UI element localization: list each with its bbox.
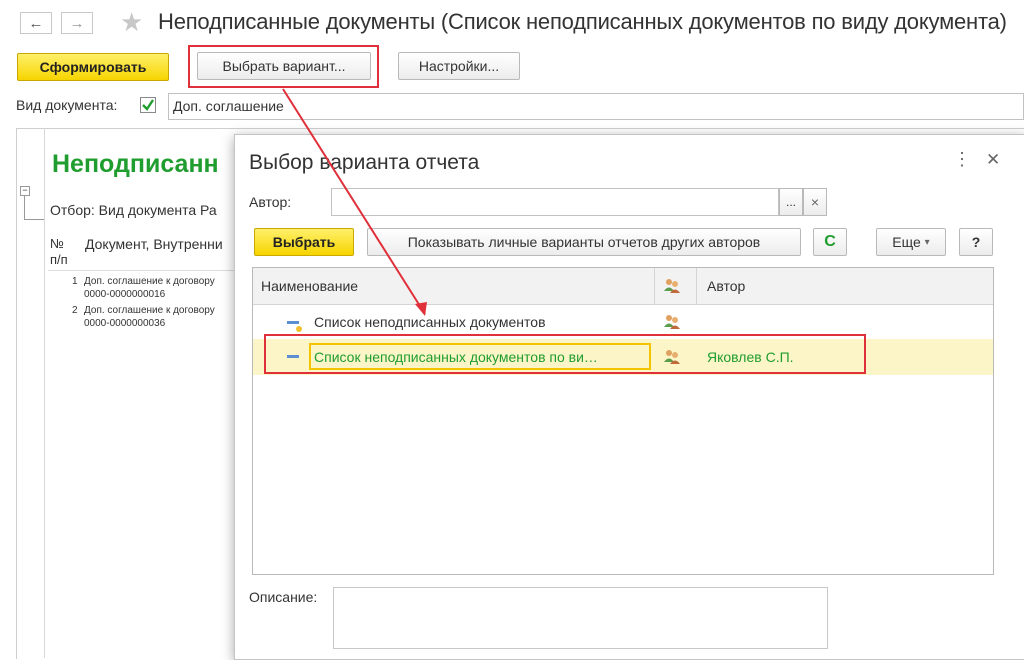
more-options-icon[interactable]: ⋮ — [953, 149, 971, 170]
tree-line — [24, 219, 44, 220]
help-button[interactable]: ? — [959, 228, 993, 256]
doc-type-label: Вид документа: — [16, 97, 118, 113]
variant-author: Яковлев С.П. — [707, 349, 794, 365]
variant-name: Список неподписанных документов по ви… — [314, 349, 598, 365]
report-title: Неподписанн — [52, 150, 219, 178]
favorite-star-icon[interactable]: ★ — [120, 9, 143, 35]
report-row-num: 2 — [72, 305, 78, 316]
table-header: Наименование Автор — [253, 268, 993, 305]
show-personal-variants-button[interactable]: Показывать личные варианты отчетов други… — [367, 228, 801, 256]
report-divider — [44, 128, 45, 658]
column-divider — [696, 268, 697, 304]
author-label: Автор: — [249, 194, 292, 210]
col-doc-header: Документ, Внутренни — [85, 236, 223, 252]
col-name-header[interactable]: Наименование — [261, 278, 358, 294]
check-icon — [142, 99, 154, 111]
description-field[interactable] — [333, 587, 828, 649]
collapse-icon[interactable]: − — [20, 186, 30, 196]
report-row-doc[interactable]: Доп. соглашение к договору — [84, 305, 215, 316]
report-selection: Отбор: Вид документа Ра — [50, 202, 217, 218]
report-row-doc[interactable]: Доп. соглашение к договору — [84, 276, 215, 287]
more-button[interactable]: Еще ▾ — [876, 228, 946, 256]
page-title: Неподписанные документы (Список неподпис… — [158, 9, 1007, 34]
back-button[interactable]: ← — [20, 12, 52, 34]
back-arrow-icon: ← — [28, 14, 44, 32]
variant-dialog: Выбор варианта отчета ⋮ ✕ Автор: ... × В… — [234, 134, 1024, 660]
refresh-icon[interactable]: C — [813, 228, 847, 256]
select-button[interactable]: Выбрать — [254, 228, 354, 256]
author-clear-button[interactable]: × — [803, 188, 827, 216]
report-variant-icon — [287, 355, 299, 358]
table-row-selected[interactable]: Список неподписанных документов по ви… Я… — [253, 339, 993, 375]
variants-table[interactable]: Наименование Автор Список неподписанных … — [252, 267, 994, 575]
report-row-doc-num: 0000-0000000036 — [84, 318, 166, 329]
users-icon — [663, 349, 681, 368]
table-row[interactable]: Список неподписанных документов — [253, 305, 993, 339]
dialog-title: Выбор варианта отчета — [249, 151, 480, 174]
header-divider — [48, 270, 234, 271]
column-divider — [654, 268, 655, 304]
col-author-header[interactable]: Автор — [707, 278, 745, 294]
doc-type-field[interactable]: Доп. соглашение — [168, 93, 1024, 120]
report-row-doc-num: 0000-0000000016 — [84, 289, 166, 300]
doc-type-checkbox[interactable] — [140, 97, 156, 113]
select-variant-button[interactable]: Выбрать вариант... — [197, 52, 371, 80]
col-num-header: № — [50, 236, 64, 251]
tree-line — [24, 196, 25, 220]
variant-name: Список неподписанных документов — [314, 314, 546, 330]
col-num-header-2: п/п — [50, 252, 68, 267]
description-label: Описание: — [249, 589, 318, 605]
author-field[interactable] — [331, 188, 779, 216]
users-icon — [663, 278, 681, 297]
report-row-num: 1 — [72, 276, 78, 287]
forward-arrow-icon: → — [69, 14, 85, 32]
users-icon — [663, 314, 681, 333]
more-button-label: Еще — [892, 234, 921, 250]
forward-button[interactable]: → — [61, 12, 93, 34]
generate-button[interactable]: Сформировать — [17, 53, 169, 81]
close-icon[interactable]: ✕ — [986, 150, 1000, 170]
author-choose-button[interactable]: ... — [779, 188, 803, 216]
report-variant-icon — [287, 319, 303, 336]
settings-button[interactable]: Настройки... — [398, 52, 520, 80]
chevron-down-icon: ▾ — [924, 236, 930, 248]
